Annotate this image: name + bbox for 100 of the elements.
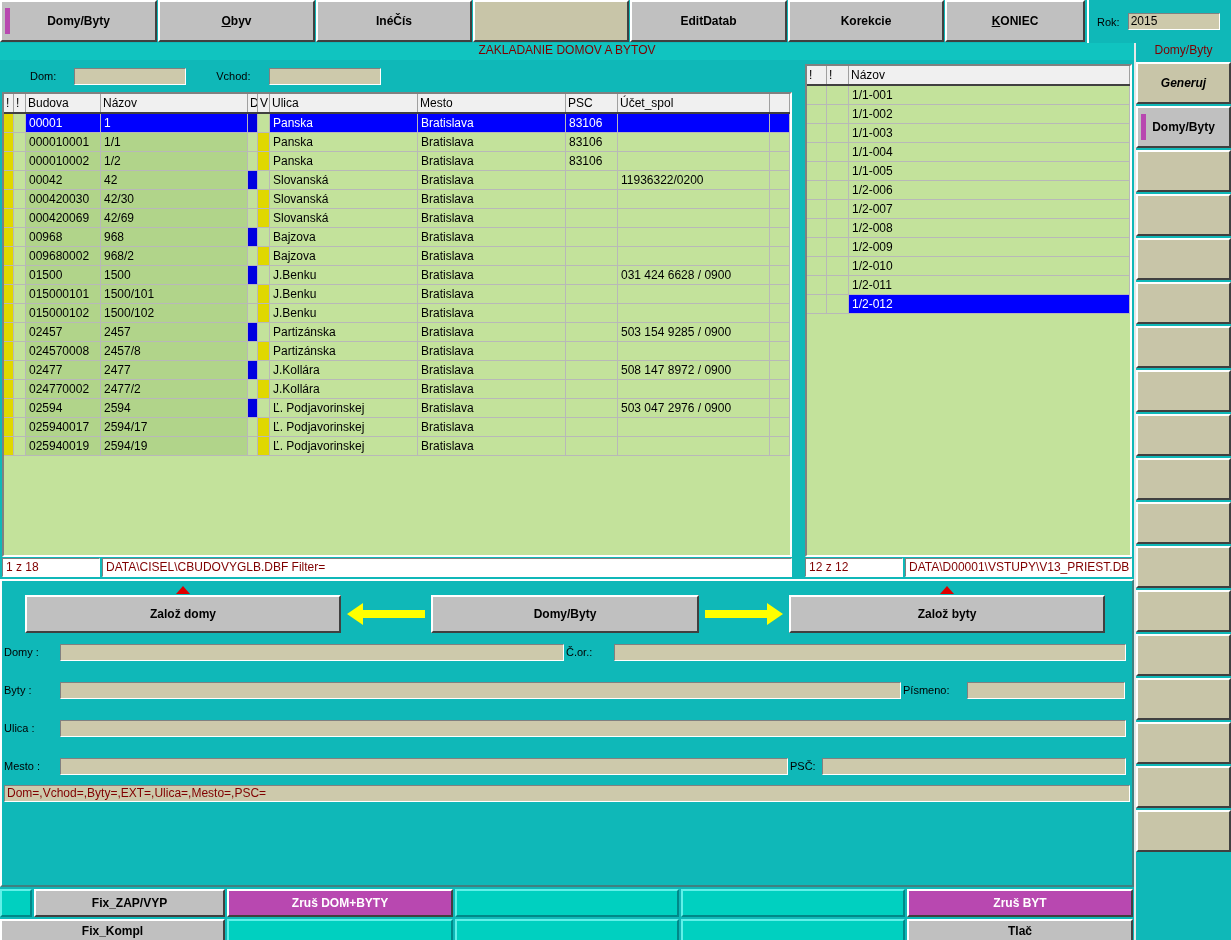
create-flats-button[interactable]: Založ byty (789, 595, 1105, 633)
column-header[interactable]: ! (827, 66, 849, 84)
list-item[interactable]: 1/2-008 (849, 219, 1130, 237)
sidebar-button[interactable] (1136, 502, 1231, 544)
sidebar-button[interactable] (1136, 590, 1231, 632)
table-cell: 1 (101, 114, 248, 132)
sidebar-button[interactable] (1136, 326, 1231, 368)
field-label: Ulica : (3, 722, 36, 734)
list-item[interactable]: 1/2-012 (849, 295, 1130, 313)
column-header[interactable]: Účet_spol (618, 94, 770, 112)
field-label: Vchod: (216, 70, 251, 82)
input-field[interactable] (60, 757, 788, 775)
toolbar-button[interactable]: KONIEC (945, 0, 1085, 42)
list-item[interactable]: 1/1-005 (849, 162, 1130, 180)
column-header[interactable]: ! (4, 94, 14, 112)
table-cell: J.Benku (270, 266, 418, 284)
sidebar-button[interactable] (1136, 634, 1231, 676)
table-cell: Bratislava (418, 114, 566, 132)
field-label: Č.or.: (565, 646, 594, 658)
table-cell: Bratislava (418, 399, 566, 417)
sidebar-button[interactable] (1136, 282, 1231, 324)
table-cell: Bratislava (418, 285, 566, 303)
table-cell: 015000101 (26, 285, 101, 303)
houses-flats-button[interactable]: Domy/Byty (431, 595, 699, 633)
sidebar-button[interactable] (1136, 150, 1231, 192)
input-field[interactable] (822, 757, 1126, 775)
column-header[interactable]: Mesto (418, 94, 566, 112)
input-field[interactable] (614, 643, 1126, 661)
list-item[interactable]: 1/2-007 (849, 200, 1130, 218)
input-field[interactable] (967, 681, 1125, 699)
toolbar-button[interactable]: EditDatab (630, 0, 787, 42)
table-cell: Bajzova (270, 247, 418, 265)
year-field[interactable]: 2015 (1127, 13, 1220, 30)
table-cell: 83106 (566, 152, 618, 170)
table-cell: 00001 (26, 114, 101, 132)
column-header[interactable]: Názov (849, 66, 1130, 84)
column-header[interactable]: ! (807, 66, 827, 84)
flats-table[interactable]: ! ! Názov 1/1-001 1/1-002 1/1-003 1/1-004 1/1-005 1/2-006 1/2-007 1/2-008 1/2-009 1/2-010 1/2-011 1/2-012 (805, 64, 1132, 557)
sidebar-button[interactable] (1136, 414, 1231, 456)
list-item[interactable]: 1/2-009 (849, 238, 1130, 256)
sidebar-button[interactable] (1136, 370, 1231, 412)
input-field[interactable] (60, 681, 901, 699)
column-header[interactable]: PSC (566, 94, 618, 112)
field-label: Domy : (3, 646, 40, 658)
sidebar-button[interactable] (1136, 722, 1231, 764)
empty-button[interactable] (0, 889, 32, 917)
list-item[interactable]: 1/2-011 (849, 276, 1130, 294)
table-cell: Bratislava (418, 323, 566, 341)
panel-title: Domy/Byty (1153, 43, 1214, 59)
table-cell: Ľ. Podjavorinskej (270, 437, 418, 455)
input-field[interactable] (74, 67, 187, 85)
list-item[interactable]: 1/2-010 (849, 257, 1130, 275)
column-header[interactable]: ! (14, 94, 26, 112)
empty-button[interactable] (681, 889, 905, 917)
table-cell: 2594 (101, 399, 248, 417)
table-cell: 2457 (101, 323, 248, 341)
action-button[interactable]: Fix_ZAP/VYP (34, 889, 225, 917)
column-header[interactable]: Názov (101, 94, 248, 112)
table-cell: 42 (101, 171, 248, 189)
table-cell: 11936322/0200 (618, 171, 770, 189)
column-header[interactable]: V (258, 94, 270, 112)
action-button[interactable]: Zruš DOM+BYTY (227, 889, 453, 917)
column-header[interactable]: Ulica (270, 94, 418, 112)
filter-field[interactable]: Dom=,Vchod=,Byty=,EXT=,Ulica=,Mesto=,PSC= (4, 785, 1130, 802)
sidebar-button[interactable]: Domy/Byty (1136, 106, 1231, 148)
sidebar-button[interactable] (1136, 458, 1231, 500)
table-cell: 000420030 (26, 190, 101, 208)
action-button[interactable]: Zruš BYT (907, 889, 1133, 917)
input-field[interactable] (268, 67, 381, 85)
table-cell: 000420069 (26, 209, 101, 227)
sidebar-button[interactable] (1136, 238, 1231, 280)
sidebar-button[interactable] (1136, 766, 1231, 808)
sidebar-button[interactable] (1136, 678, 1231, 720)
sidebar-button[interactable] (1136, 546, 1231, 588)
table-cell: 2594/17 (101, 418, 248, 436)
triangle-icon (940, 586, 954, 594)
toolbar-button[interactable]: InéČís (316, 0, 472, 42)
list-item[interactable]: 1/1-002 (849, 105, 1130, 123)
action-button[interactable]: Fix_Kompl (0, 919, 225, 940)
create-houses-button[interactable]: Založ domy (25, 595, 341, 633)
buildings-table[interactable] (2, 92, 792, 557)
sidebar-button[interactable] (1136, 194, 1231, 236)
sidebar-button[interactable]: Generuj (1136, 62, 1231, 104)
field-label: PSČ: (789, 760, 817, 772)
list-item[interactable]: 1/1-001 (849, 86, 1130, 104)
input-field[interactable] (60, 719, 1126, 737)
input-field[interactable] (60, 643, 564, 661)
table-cell: 1500/101 (101, 285, 248, 303)
toolbar-button[interactable]: Korekcie (788, 0, 944, 42)
column-header[interactable]: Budova (26, 94, 101, 112)
toolbar-button[interactable]: Obyv (158, 0, 315, 42)
list-item[interactable]: 1/1-004 (849, 143, 1130, 161)
toolbar-button[interactable]: Domy/Byty (0, 0, 157, 42)
empty-button[interactable] (455, 889, 679, 917)
sidebar-button[interactable] (1136, 810, 1231, 852)
list-item[interactable]: 1/1-003 (849, 124, 1130, 142)
table-cell: Bratislava (418, 380, 566, 398)
list-item[interactable]: 1/2-006 (849, 181, 1130, 199)
action-button[interactable]: Tlač (907, 919, 1133, 940)
table-cell: Panska (270, 133, 418, 151)
